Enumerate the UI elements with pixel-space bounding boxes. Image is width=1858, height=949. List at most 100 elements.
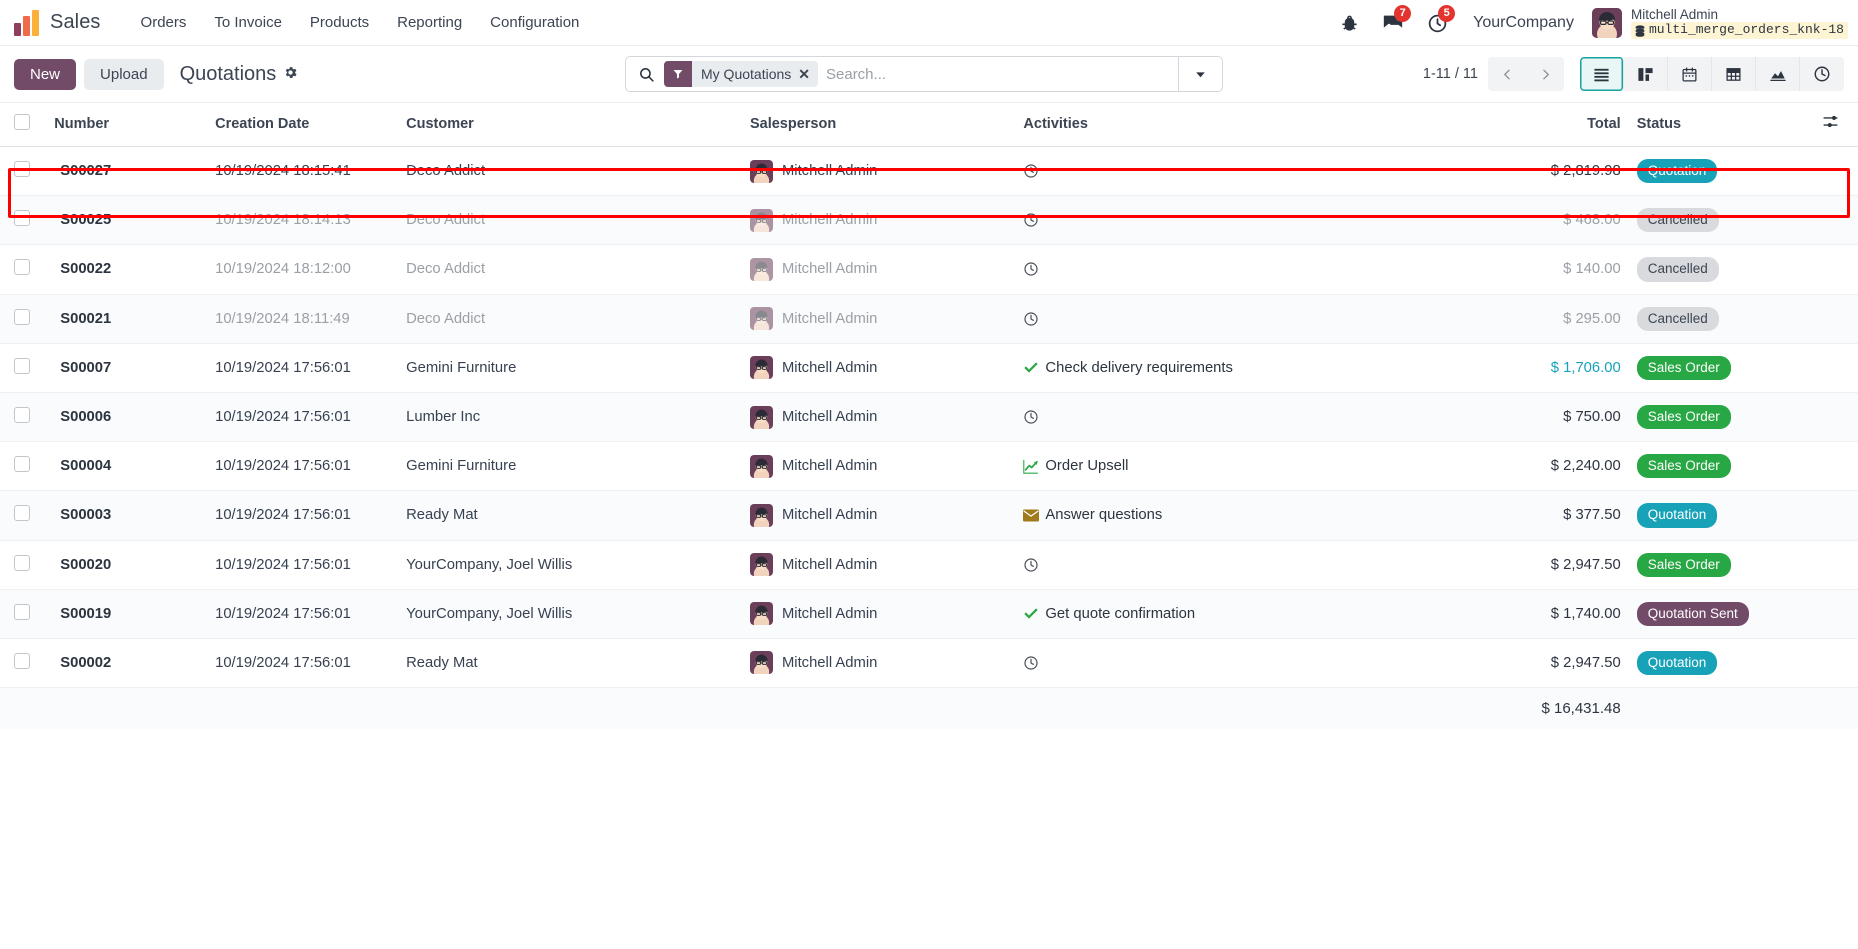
row-select-cell[interactable]	[0, 343, 47, 393]
pager-next-button[interactable]	[1526, 57, 1564, 91]
cell-activities[interactable]	[1015, 294, 1499, 344]
row-checkbox[interactable]	[14, 456, 30, 473]
column-options-button[interactable]	[1813, 103, 1858, 147]
row-select-cell[interactable]	[0, 589, 47, 639]
cell-activities[interactable]	[1015, 146, 1499, 197]
cell-activities[interactable]	[1015, 392, 1499, 443]
table-row[interactable]: S00006 10/19/2024 17:56:01 Lumber Inc Mi…	[0, 392, 1858, 443]
company-switcher[interactable]: YourCompany	[1459, 14, 1588, 32]
column-header-status[interactable]: Status	[1628, 103, 1814, 147]
row-checkbox[interactable]	[14, 407, 30, 424]
row-checkbox[interactable]	[14, 554, 30, 571]
cell-activities[interactable]: Order Upsell	[1015, 441, 1499, 492]
cell-activities[interactable]	[1015, 244, 1499, 295]
cell-creation-date: 10/19/2024 17:56:01	[207, 441, 399, 492]
activity[interactable]: Check delivery requirements	[1023, 360, 1490, 376]
row-select-cell[interactable]	[0, 294, 47, 344]
table-row[interactable]: S00003 10/19/2024 17:56:01 Ready Mat Mit…	[0, 490, 1858, 541]
row-select-cell[interactable]	[0, 638, 47, 689]
chevron-down-icon[interactable]	[1178, 57, 1222, 91]
gear-icon[interactable]	[283, 65, 298, 84]
table-row[interactable]: S00007 10/19/2024 17:56:01 Gemini Furnit…	[0, 343, 1858, 393]
row-select-cell[interactable]	[0, 244, 47, 295]
row-checkbox[interactable]	[14, 161, 30, 178]
user-menu[interactable]: Mitchell Admin multi_merge_orders_knk-18	[1588, 7, 1848, 40]
search-bar[interactable]: My Quotations ✕	[625, 56, 1223, 92]
pager-previous-button[interactable]	[1488, 57, 1526, 91]
row-select-cell[interactable]	[0, 441, 47, 492]
view-button-kanban[interactable]	[1624, 57, 1668, 91]
messages-icon[interactable]: 7	[1371, 0, 1415, 46]
upload-button[interactable]: Upload	[84, 58, 164, 90]
table-row[interactable]: S00027 10/19/2024 18:15:41 Deco Addict M…	[0, 146, 1858, 197]
cell-activities[interactable]	[1015, 195, 1499, 246]
activity[interactable]	[1023, 557, 1490, 573]
row-select-cell[interactable]	[0, 146, 47, 197]
column-header-creation-date[interactable]: Creation Date	[207, 103, 399, 147]
view-button-activity[interactable]	[1800, 57, 1844, 91]
close-icon[interactable]: ✕	[798, 66, 818, 83]
cell-activities[interactable]: Answer questions	[1015, 490, 1499, 541]
cell-salesperson: Mitchell Admin	[741, 392, 1016, 443]
activity[interactable]	[1023, 655, 1490, 671]
row-select-cell[interactable]	[0, 392, 47, 443]
activity[interactable]	[1023, 212, 1490, 228]
row-checkbox[interactable]	[14, 357, 30, 374]
cell-creation-date: 10/19/2024 18:11:49	[207, 294, 399, 344]
nav-item-products[interactable]: Products	[296, 8, 383, 37]
activity[interactable]	[1023, 311, 1490, 327]
row-select-cell[interactable]	[0, 195, 47, 246]
column-header-total[interactable]: Total	[1498, 103, 1629, 147]
nav-item-to-invoice[interactable]: To Invoice	[200, 8, 296, 37]
status-badge: Sales Order	[1636, 454, 1731, 479]
table-row[interactable]: S00002 10/19/2024 17:56:01 Ready Mat Mit…	[0, 638, 1858, 689]
nav-item-orders[interactable]: Orders	[127, 8, 201, 37]
nav-item-reporting[interactable]: Reporting	[383, 8, 476, 37]
row-select-cell[interactable]	[0, 490, 47, 541]
view-button-pivot[interactable]	[1712, 57, 1756, 91]
row-checkbox[interactable]	[14, 652, 30, 669]
table-row[interactable]: S00021 10/19/2024 18:11:49 Deco Addict M…	[0, 294, 1858, 344]
select-all-header[interactable]	[0, 103, 47, 147]
row-checkbox[interactable]	[14, 308, 30, 325]
search-facet-my-quotations[interactable]: My Quotations ✕	[664, 61, 818, 87]
view-button-list[interactable]	[1580, 57, 1624, 91]
cell-activities[interactable]	[1015, 540, 1499, 590]
cell-activities[interactable]	[1015, 638, 1499, 689]
column-header-salesperson[interactable]: Salesperson	[741, 103, 1016, 147]
bug-icon[interactable]	[1327, 0, 1371, 46]
app-name[interactable]: Sales	[50, 11, 101, 34]
activities-clock-icon[interactable]: 5	[1415, 0, 1459, 46]
cell-activities[interactable]: Get quote confirmation	[1015, 589, 1499, 639]
table-row[interactable]: S00022 10/19/2024 18:12:00 Deco Addict M…	[0, 244, 1858, 295]
activity[interactable]	[1023, 409, 1490, 425]
new-button[interactable]: New	[14, 58, 77, 90]
cell-activities[interactable]: Check delivery requirements	[1015, 343, 1499, 393]
column-header-activities[interactable]: Activities	[1015, 103, 1499, 147]
view-button-calendar[interactable]	[1668, 57, 1712, 91]
cell-row-options	[1813, 343, 1858, 393]
column-header-number[interactable]: Number	[46, 103, 208, 147]
row-checkbox[interactable]	[14, 505, 30, 522]
nav-item-configuration[interactable]: Configuration	[476, 8, 593, 37]
column-header-customer[interactable]: Customer	[398, 103, 742, 147]
select-all-checkbox[interactable]	[14, 113, 30, 130]
activity[interactable]: Order Upsell	[1023, 458, 1490, 474]
activity[interactable]: Get quote confirmation	[1023, 606, 1490, 622]
odoo-logo-icon[interactable]	[14, 9, 40, 36]
activity[interactable]	[1023, 163, 1490, 179]
view-button-graph[interactable]	[1756, 57, 1800, 91]
row-checkbox[interactable]	[14, 603, 30, 620]
row-select-cell[interactable]	[0, 540, 47, 590]
row-checkbox[interactable]	[14, 210, 30, 227]
table-row[interactable]: S00025 10/19/2024 18:14:13 Deco Addict M…	[0, 195, 1858, 246]
activity[interactable]: Answer questions	[1023, 507, 1490, 523]
table-row[interactable]: S00004 10/19/2024 17:56:01 Gemini Furnit…	[0, 441, 1858, 492]
table-row[interactable]: S00020 10/19/2024 17:56:01 YourCompany, …	[0, 540, 1858, 590]
row-checkbox[interactable]	[14, 259, 30, 276]
activity[interactable]	[1023, 261, 1490, 277]
table-row[interactable]: S00019 10/19/2024 17:56:01 YourCompany, …	[0, 589, 1858, 639]
avatar	[749, 208, 773, 232]
search-input[interactable]	[826, 65, 1178, 83]
table-header: Number Creation Date Customer Salesperso…	[0, 103, 1858, 147]
